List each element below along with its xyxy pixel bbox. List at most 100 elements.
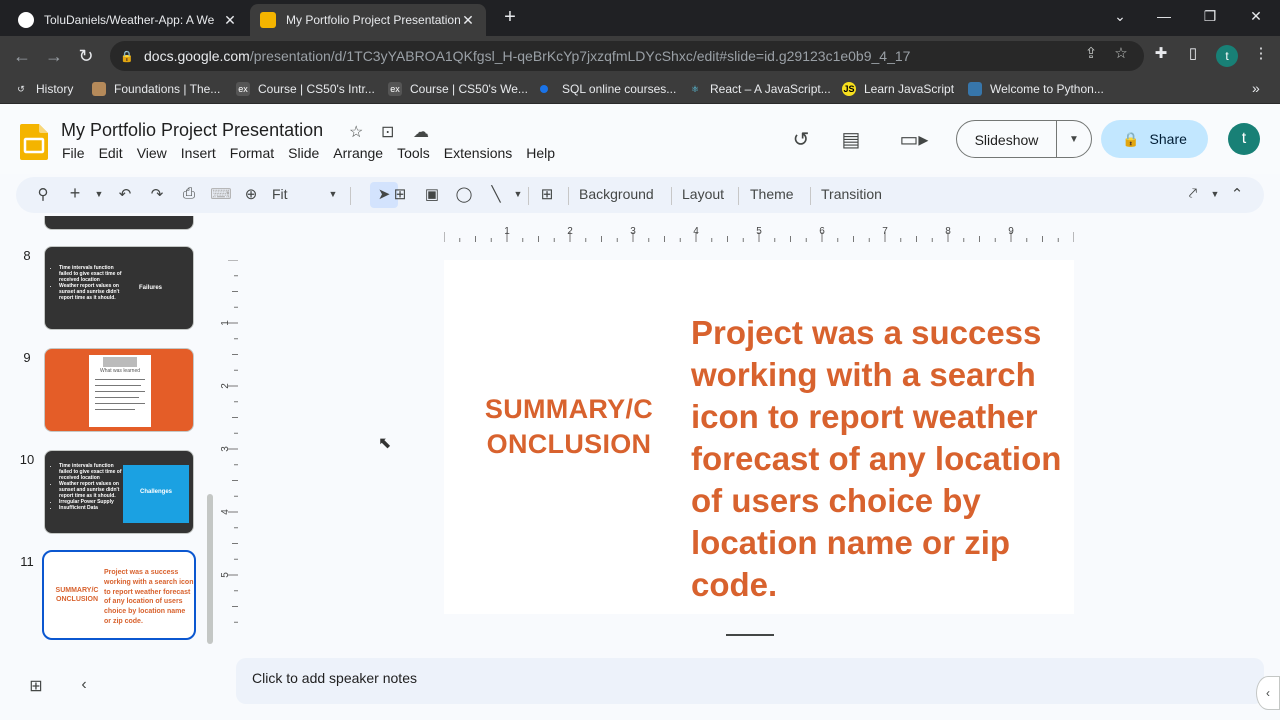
cloud-saved-icon[interactable]: ☁ — [413, 122, 429, 142]
slide-thumbnail-11[interactable]: SUMMARY/C ONCLUSION Project was a succes… — [42, 550, 196, 640]
zoom-select[interactable]: Fit — [272, 186, 288, 202]
star-icon[interactable]: ☆ — [349, 122, 363, 142]
menu-tools[interactable]: Tools — [390, 145, 437, 161]
back-button[interactable]: ← — [10, 44, 34, 68]
toolbar-divider — [738, 187, 739, 205]
bookmark-learn-js[interactable]: JS Learn JavaScript — [842, 82, 954, 96]
chevron-down-icon[interactable]: ▼ — [1204, 189, 1226, 199]
line-icon[interactable]: ╲ — [485, 185, 507, 203]
menu-arrange[interactable]: Arrange — [326, 145, 390, 161]
share-button[interactable]: 🔒 Share — [1101, 120, 1208, 158]
slides-logo-icon[interactable] — [20, 124, 48, 160]
thumb-summary-title: SUMMARY/C ONCLUSION — [55, 587, 99, 603]
text-box-icon[interactable]: ⊞ — [389, 185, 411, 203]
window-close-button[interactable]: ✕ — [1236, 4, 1276, 28]
summary-body-text[interactable]: Project was a success working with a sea… — [691, 312, 1071, 606]
menu-edit[interactable]: Edit — [92, 145, 130, 161]
side-panel-icon[interactable]: ▯ — [1182, 44, 1204, 62]
background-button[interactable]: Background — [579, 186, 654, 202]
omnibox[interactable]: 🔒 docs.google.com /presentation/d/1TC3yY… — [110, 41, 1144, 71]
comments-icon[interactable]: ▤ — [838, 127, 864, 152]
undo-icon[interactable]: ↶ — [114, 185, 136, 203]
profile-avatar[interactable]: t — [1216, 45, 1238, 67]
document-title[interactable]: My Portfolio Project Presentation — [61, 120, 323, 141]
menu-slide[interactable]: Slide — [281, 145, 326, 161]
add-comment-icon[interactable]: ⊞ — [536, 185, 558, 203]
paint-format-icon[interactable]: ⌨ — [210, 185, 232, 203]
ruler-label: 8 — [945, 226, 951, 237]
redo-icon[interactable]: ↷ — [146, 185, 168, 203]
more-bookmarks-icon[interactable]: » — [1252, 80, 1260, 96]
layout-button[interactable]: Layout — [682, 186, 724, 202]
grid-view-icon[interactable]: ⊞ — [25, 676, 47, 696]
filmstrip-scrollbar[interactable] — [207, 494, 213, 644]
extensions-icon[interactable]: ✚ — [1150, 44, 1172, 62]
menu-format[interactable]: Format — [223, 145, 281, 161]
chevron-down-icon[interactable]: ▼ — [507, 189, 529, 199]
zoom-icon[interactable]: ⊕ — [240, 185, 262, 203]
new-tab-button[interactable]: + — [498, 6, 522, 30]
reload-button[interactable]: ↻ — [74, 44, 98, 68]
theme-button[interactable]: Theme — [750, 186, 794, 202]
menu-insert[interactable]: Insert — [174, 145, 223, 161]
bookmark-sql[interactable]: SQL online courses... — [540, 82, 676, 96]
chevron-down-icon[interactable]: ▼ — [1057, 134, 1091, 145]
vertical-ruler[interactable]: 1 2 3 4 5 — [220, 260, 238, 630]
slide-number: 9 — [23, 350, 31, 365]
odin-icon — [92, 82, 106, 96]
menu-view[interactable]: View — [130, 145, 174, 161]
restore-button[interactable]: ❐ — [1190, 4, 1230, 28]
pen-tool-icon[interactable]: ⤤ — [1182, 185, 1204, 202]
menu-bar: File Edit View Insert Format Slide Arran… — [55, 145, 562, 161]
collapse-toolbar-icon[interactable]: ⌃ — [1226, 185, 1248, 203]
slide-thumbnail-9[interactable]: What was learned — [44, 348, 194, 432]
tab-portfolio-presentation[interactable]: My Portfolio Project Presentation ✕ — [250, 4, 486, 36]
bookmark-history[interactable]: ↺ History — [14, 82, 73, 96]
bookmark-cs50-intro[interactable]: ex Course | CS50's Intr... — [236, 82, 375, 96]
menu-extensions[interactable]: Extensions — [437, 145, 519, 161]
close-icon[interactable]: ✕ — [222, 12, 238, 29]
image-icon[interactable]: ▣ — [421, 185, 443, 203]
slide-thumbnail-8[interactable]: Time intervals function failed to give e… — [44, 246, 194, 330]
current-slide[interactable]: SUMMARY/C ONCLUSION Project was a succes… — [444, 260, 1074, 614]
speaker-notes[interactable]: Click to add speaker notes — [236, 658, 1264, 704]
tab-weather-app[interactable]: ToluDaniels/Weather-App: A We ✕ — [8, 4, 248, 36]
summary-title-line-1: SUMMARY/C — [484, 394, 654, 424]
bookmark-label: Learn JavaScript — [864, 82, 955, 96]
slideshow-label[interactable]: Slideshow — [957, 121, 1057, 157]
side-panel-toggle[interactable]: ‹ — [1256, 676, 1280, 710]
bookmark-foundations[interactable]: Foundations | The... — [92, 82, 220, 96]
slide-thumbnail-7[interactable] — [44, 216, 194, 230]
bookmark-python[interactable]: Welcome to Python... — [968, 82, 1104, 96]
menu-help[interactable]: Help — [519, 145, 562, 161]
slide-number: 10 — [19, 452, 35, 467]
chevron-down-icon[interactable]: ▼ — [322, 189, 344, 199]
shape-icon[interactable]: ◯ — [453, 185, 475, 203]
version-history-icon[interactable]: ↺ — [788, 127, 814, 152]
slideshow-button[interactable]: Slideshow ▼ — [956, 120, 1092, 158]
print-icon[interactable]: ⎙ — [178, 185, 200, 202]
menu-file[interactable]: File — [55, 145, 92, 161]
forward-button[interactable]: → — [42, 44, 66, 68]
close-icon[interactable]: ✕ — [460, 12, 476, 29]
bookmark-star-icon[interactable]: ☆ — [1110, 44, 1132, 62]
thumb-bullet: Time intervals function failed to give e… — [59, 463, 125, 481]
search-menus-icon[interactable]: ⚲ — [32, 185, 54, 203]
account-avatar[interactable]: t — [1228, 123, 1260, 155]
slide-thumbnail-10[interactable]: Time intervals function failed to give e… — [44, 450, 194, 534]
summary-title[interactable]: SUMMARY/C ONCLUSION — [474, 392, 664, 462]
share-page-icon[interactable]: ⇪ — [1080, 44, 1102, 62]
new-slide-icon[interactable]: + — [64, 183, 86, 204]
minimize-button[interactable]: — — [1144, 4, 1184, 28]
move-folder-icon[interactable]: ⊡ — [381, 122, 394, 142]
more-menu-icon[interactable]: ⋮ — [1250, 44, 1272, 62]
chevron-down-icon[interactable]: ▼ — [88, 189, 110, 199]
horizontal-ruler[interactable]: 1 2 3 4 5 6 7 8 9 — [444, 224, 1074, 242]
bookmark-react[interactable]: ⚛ React – A JavaScript... — [688, 82, 831, 96]
meet-video-icon[interactable]: ▭▸ — [892, 127, 936, 152]
bookmark-cs50-web[interactable]: ex Course | CS50's We... — [388, 82, 528, 96]
notes-resize-handle[interactable] — [726, 634, 774, 636]
collapse-filmstrip-icon[interactable]: ‹ — [73, 676, 95, 694]
transition-button[interactable]: Transition — [821, 186, 882, 202]
chevron-down-icon[interactable]: ⌄ — [1100, 4, 1140, 28]
